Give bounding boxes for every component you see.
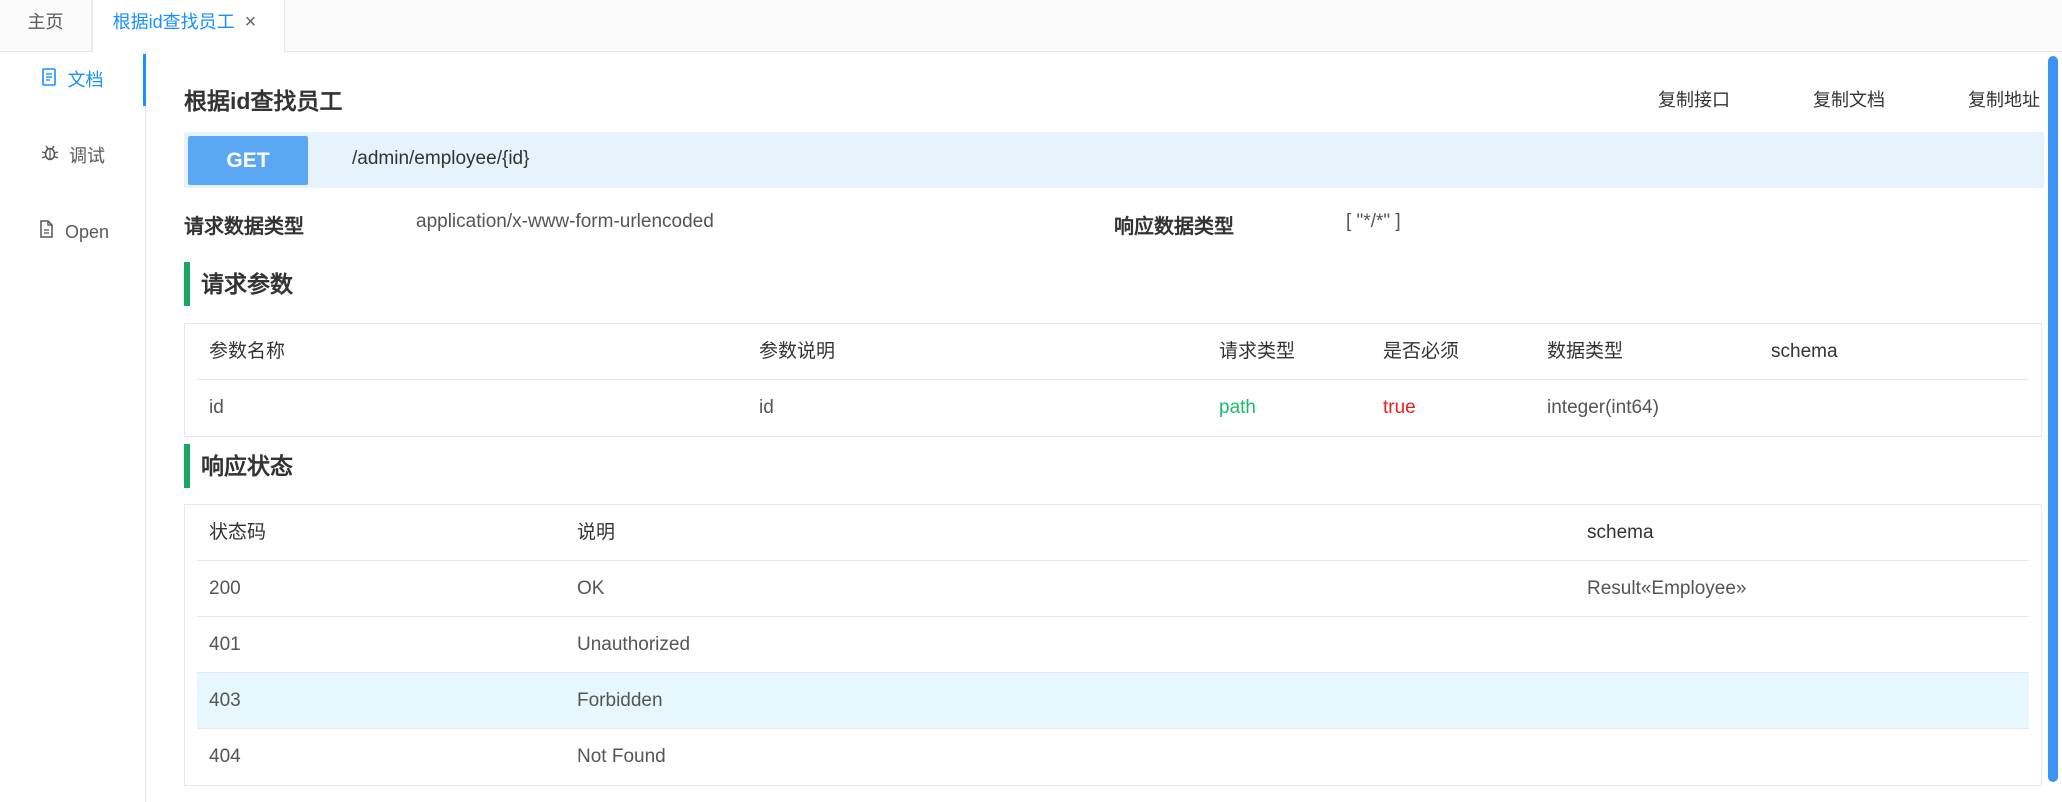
endpoint-path: /admin/employee/{id} (352, 148, 530, 169)
table-row: 404 Not Found (197, 729, 2029, 785)
column-header: 状态码 (209, 522, 267, 543)
sidebar-item-label: Open (64, 222, 110, 242)
response-content-type-label: 响应数据类型 (1114, 216, 1234, 238)
copy-api-button[interactable]: 复制接口 (1658, 86, 1730, 112)
status-schema[interactable]: Result«Employee» (1587, 561, 1746, 617)
column-header: schema (1587, 522, 1654, 543)
param-name: id (209, 397, 224, 418)
request-content-type-label: 请求数据类型 (184, 216, 304, 238)
scrollbar-thumb[interactable] (2048, 56, 2058, 782)
close-icon[interactable]: × (245, 11, 257, 33)
status-desc: Unauthorized (577, 634, 691, 655)
table-header-row: 参数名称 参数说明 请求类型 是否必须 数据类型 schema (197, 324, 2029, 380)
sidebar-item-open[interactable]: Open (0, 206, 146, 258)
status-desc: Forbidden (577, 690, 663, 711)
param-required: true (1383, 397, 1416, 418)
tab-bar: 主页 根据id查找员工 × (0, 0, 2062, 53)
vertical-scrollbar[interactable] (2044, 52, 2062, 802)
tab-employee-by-id[interactable]: 根据id查找员工 × (92, 0, 285, 53)
response-status-table: 状态码 说明 schema 200 OK Result«Employee» 40… (184, 504, 2042, 786)
table-row: id id path true integer(int64) (197, 380, 2029, 436)
doc-sidebar: 文档 调试 Open (0, 52, 146, 802)
copy-doc-button[interactable]: 复制文档 (1813, 86, 1885, 112)
api-doc-panel: 根据id查找员工 复制接口 复制文档 复制地址 GET /admin/emplo… (146, 52, 2046, 802)
status-code: 200 (209, 578, 241, 599)
sidebar-item-label: 文档 (67, 70, 104, 90)
status-code: 404 (209, 746, 241, 767)
document-icon (40, 55, 58, 107)
column-header: 请求类型 (1219, 341, 1296, 362)
column-header: 参数名称 (209, 341, 286, 362)
request-params-table: 参数名称 参数说明 请求类型 是否必须 数据类型 schema id id pa… (184, 323, 2042, 437)
sidebar-item-doc[interactable]: 文档 (0, 54, 146, 106)
title-row: 根据id查找员工 复制接口 复制文档 复制地址 (184, 82, 2044, 118)
column-header: 数据类型 (1547, 341, 1624, 362)
file-icon (37, 207, 55, 259)
status-desc: Not Found (577, 746, 666, 767)
status-desc: OK (577, 578, 605, 599)
response-content-type-value: [ "*/*" ] (1346, 211, 1401, 232)
tab-active-label: 根据id查找员工 (112, 12, 235, 32)
http-method-badge[interactable]: GET (188, 136, 308, 185)
table-header-row: 状态码 说明 schema (197, 505, 2029, 561)
tab-home[interactable]: 主页 (0, 0, 92, 52)
tab-home-label: 主页 (27, 12, 64, 32)
request-params-heading: 请求参数 (184, 262, 784, 306)
table-row: 200 OK Result«Employee» (197, 561, 2029, 617)
column-header: schema (1771, 341, 1838, 362)
param-in: path (1219, 397, 1256, 418)
request-content-type-value: application/x-www-form-urlencoded (416, 211, 714, 232)
sidebar-item-debug[interactable]: 调试 (0, 130, 146, 182)
table-row: 401 Unauthorized (197, 617, 2029, 673)
table-row: 403 Forbidden (197, 673, 2029, 729)
bug-icon (41, 131, 59, 183)
status-code: 403 (209, 690, 241, 711)
column-header: 参数说明 (759, 341, 836, 362)
page-title: 根据id查找员工 (184, 88, 343, 114)
response-status-heading: 响应状态 (184, 444, 784, 488)
copy-url-button[interactable]: 复制地址 (1968, 86, 2040, 112)
status-code: 401 (209, 634, 241, 655)
column-header: 是否必须 (1383, 341, 1460, 362)
endpoint-bar: GET /admin/employee/{id} (184, 132, 2044, 188)
param-type: integer(int64) (1547, 397, 1659, 418)
sidebar-item-label: 调试 (69, 146, 105, 166)
param-desc: id (759, 397, 774, 418)
column-header: 说明 (577, 522, 616, 543)
